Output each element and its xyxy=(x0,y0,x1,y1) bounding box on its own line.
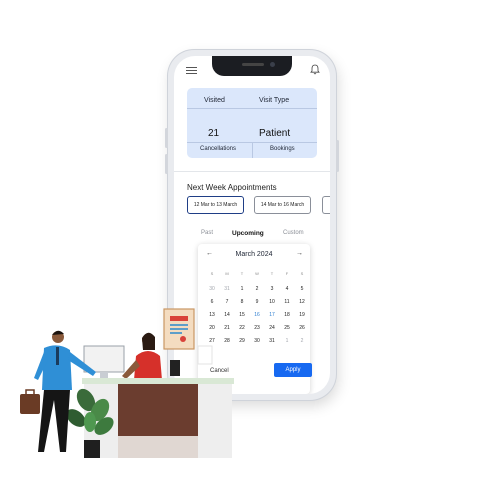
calendar-day[interactable]: 5 xyxy=(296,286,308,292)
calendar-popup: ← March 2024 → S M T W T F S 30 31 1 2 3 4 5 6 7 8 9 10 11 1… xyxy=(198,244,312,394)
next-month-arrow-icon[interactable]: → xyxy=(296,250,303,257)
cancel-button[interactable]: Cancel xyxy=(210,368,229,374)
calendar-day[interactable]: 24 xyxy=(266,325,278,331)
calendar-day[interactable]: 1 xyxy=(281,338,293,344)
calendar-day[interactable]: 30 xyxy=(251,338,263,344)
weekday-label: M xyxy=(225,271,229,276)
calendar-day[interactable]: 17 xyxy=(266,312,278,318)
calendar-day[interactable]: 25 xyxy=(281,325,293,331)
calendar-day[interactable]: 27 xyxy=(206,338,218,344)
calendar-day[interactable]: 31 xyxy=(266,338,278,344)
calendar-day[interactable]: 2 xyxy=(251,286,263,292)
weekday-label: F xyxy=(285,271,289,276)
visit-type-label: Visit Type xyxy=(259,97,290,104)
camera-icon xyxy=(270,62,275,67)
weekday-label: S xyxy=(210,271,214,276)
weekday-label: T xyxy=(240,271,244,276)
calendar-day[interactable]: 10 xyxy=(266,299,278,305)
calendar-day[interactable]: 29 xyxy=(236,338,248,344)
calendar-day[interactable]: 30 xyxy=(206,286,218,292)
speaker-grille xyxy=(242,63,264,66)
calendar-day[interactable]: 19 xyxy=(296,312,308,318)
notification-bell-icon[interactable] xyxy=(310,64,320,75)
phone-power-button xyxy=(336,140,339,172)
calendar-day[interactable]: 22 xyxy=(236,325,248,331)
plant-image xyxy=(66,388,114,458)
app-screen: Visited Visit Type 21 Patient Cancellati… xyxy=(174,56,330,394)
calendar-day[interactable]: 15 xyxy=(236,312,248,318)
calendar-day[interactable]: 2 xyxy=(296,338,308,344)
calendar-day[interactable]: 14 xyxy=(221,312,233,318)
calendar-day[interactable]: 8 xyxy=(236,299,248,305)
range-button-14-16-march[interactable]: 14 Mar to 16 March xyxy=(254,196,311,214)
calendar-day[interactable]: 26 xyxy=(296,325,308,331)
section-divider xyxy=(174,171,330,172)
tab-custom[interactable]: Custom xyxy=(283,230,304,236)
bookings-label[interactable]: Bookings xyxy=(270,146,295,152)
calendar-month-title: March 2024 xyxy=(235,251,273,258)
briefcase-icon xyxy=(20,394,40,414)
range-button-next[interactable] xyxy=(322,196,330,214)
apply-button[interactable]: Apply xyxy=(274,363,312,377)
calendar-day[interactable]: 1 xyxy=(236,286,248,292)
businessman-figure xyxy=(34,330,96,452)
visit-stats-card: Visited Visit Type 21 Patient Cancellati… xyxy=(187,88,317,158)
calendar-day[interactable]: 31 xyxy=(221,286,233,292)
calendar-day[interactable]: 12 xyxy=(296,299,308,305)
monitor-image xyxy=(83,345,125,378)
calendar-day[interactable]: 3 xyxy=(266,286,278,292)
calendar-day[interactable]: 7 xyxy=(221,299,233,305)
calendar-day[interactable]: 16 xyxy=(251,312,263,318)
visited-label: Visited xyxy=(204,97,225,104)
calendar-day[interactable]: 28 xyxy=(221,338,233,344)
weekday-label: S xyxy=(300,271,304,276)
calendar-day[interactable]: 23 xyxy=(251,325,263,331)
receptionist-figure xyxy=(122,332,162,380)
weekday-label: T xyxy=(270,271,274,276)
phone-frame: Visited Visit Type 21 Patient Cancellati… xyxy=(165,50,339,400)
calendar-day[interactable]: 9 xyxy=(251,299,263,305)
phone-side-button xyxy=(165,128,168,148)
calendar-day[interactable]: 4 xyxy=(281,286,293,292)
tab-upcoming[interactable]: Upcoming xyxy=(232,230,264,237)
phone-side-button xyxy=(165,154,168,174)
weekday-label: W xyxy=(255,271,259,276)
calendar-day[interactable]: 21 xyxy=(221,325,233,331)
phone-notch xyxy=(212,56,292,76)
range-button-12-13-march[interactable]: 12 Mar to 13 March xyxy=(187,196,244,214)
cancellations-label[interactable]: Cancellations xyxy=(200,146,236,152)
visit-type-value: Patient xyxy=(259,128,291,139)
section-title: Next Week Appointments xyxy=(187,183,277,192)
calendar-day[interactable]: 13 xyxy=(206,312,218,318)
calendar-day[interactable]: 20 xyxy=(206,325,218,331)
hamburger-menu-icon[interactable] xyxy=(186,67,197,74)
calendar-day[interactable]: 11 xyxy=(281,299,293,305)
calendar-day[interactable]: 6 xyxy=(206,299,218,305)
visited-value: 21 xyxy=(208,128,220,139)
tab-past[interactable]: Past xyxy=(201,230,213,236)
calendar-day[interactable]: 18 xyxy=(281,312,293,318)
